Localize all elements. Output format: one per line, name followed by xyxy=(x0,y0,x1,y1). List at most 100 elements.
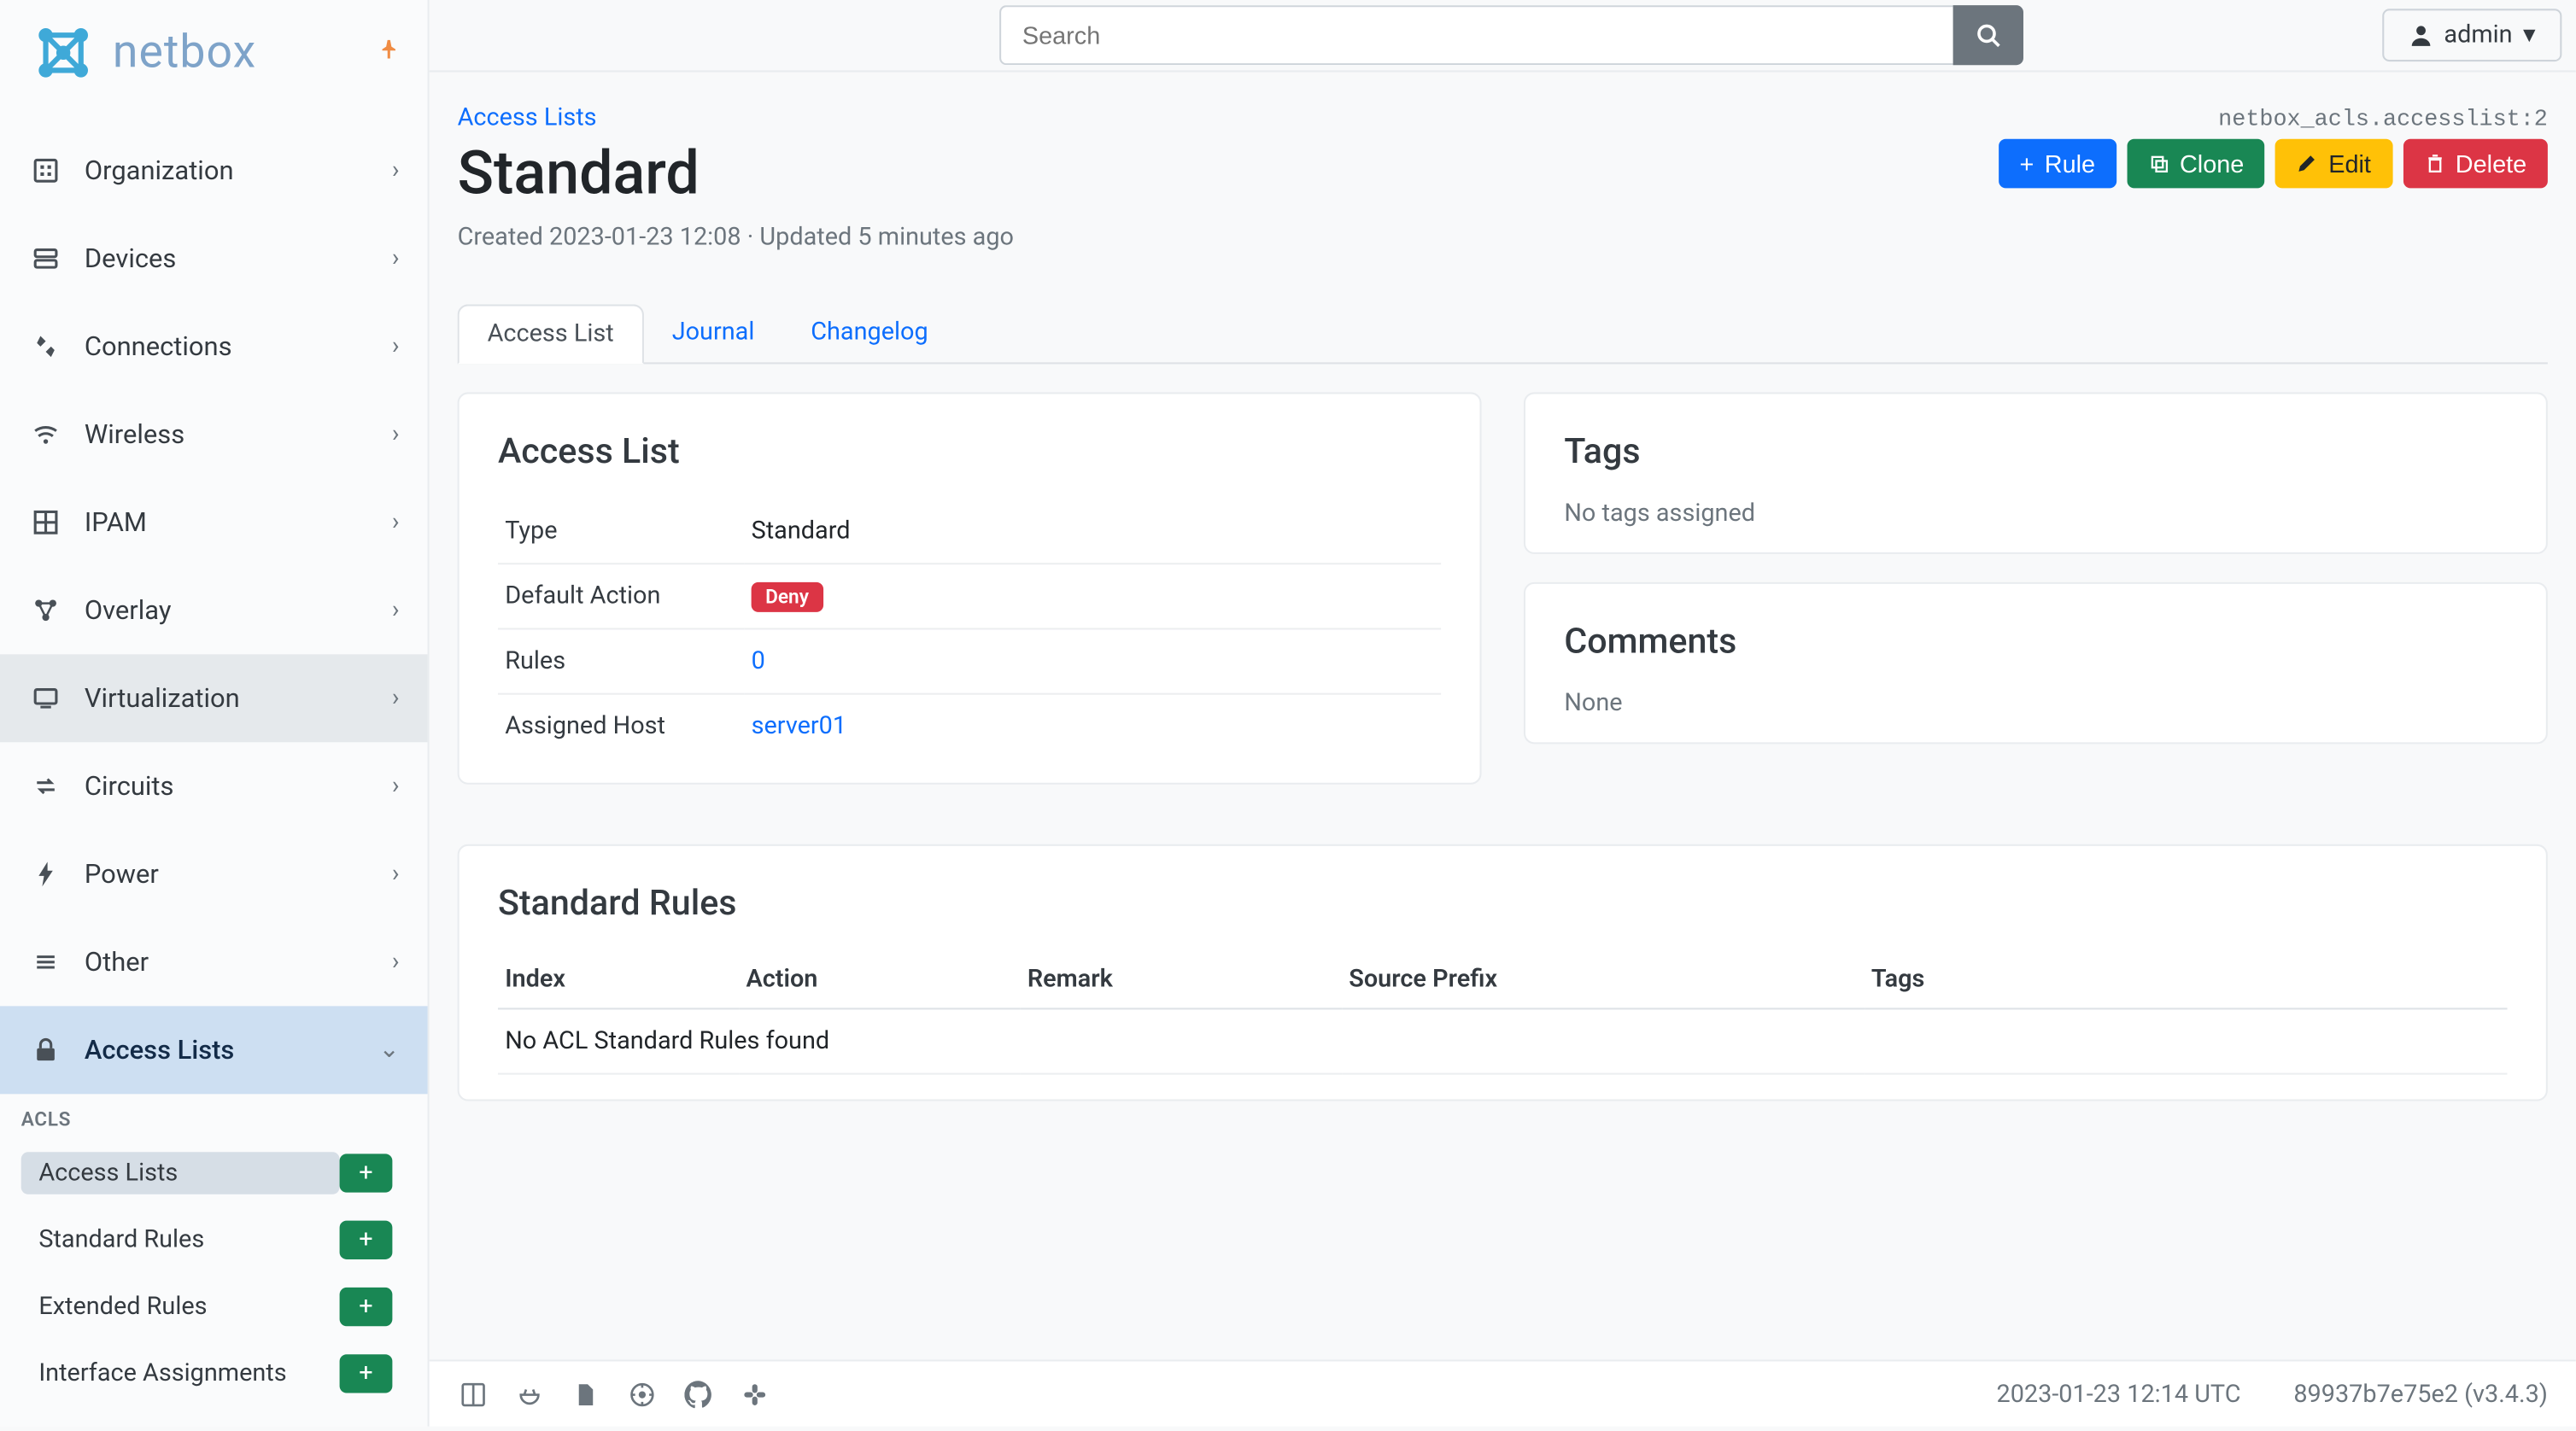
clone-button[interactable]: Clone xyxy=(2127,139,2265,189)
detail-label: Assigned Host xyxy=(498,694,744,758)
footer-timestamp: 2023-01-23 12:14 UTC xyxy=(1996,1380,2240,1408)
sidebar-item-label: Virtualization xyxy=(85,682,371,714)
github-icon[interactable] xyxy=(682,1378,714,1410)
sidebar-item-circuits[interactable]: Circuits › xyxy=(0,742,428,830)
sidebar: netbox Organization › Devices › Connecti… xyxy=(0,0,430,1427)
copy-icon xyxy=(2148,153,2169,174)
sidebar-item-label: Wireless xyxy=(85,418,371,450)
sidebar-item-wireless[interactable]: Wireless › xyxy=(0,390,428,478)
default-action-badge: Deny xyxy=(752,582,823,612)
add-rule-button[interactable]: + Rule xyxy=(1999,139,2116,189)
server-icon xyxy=(28,244,63,272)
grid-icon xyxy=(28,508,63,536)
sidebar-item-power[interactable]: Power › xyxy=(0,830,428,918)
sidebar-item-organization[interactable]: Organization › xyxy=(0,126,428,214)
sidebar-item-connections[interactable]: Connections › xyxy=(0,302,428,390)
chevron-right-icon: › xyxy=(392,332,400,360)
subnav-standard-rules[interactable]: Standard Rules + xyxy=(0,1208,428,1271)
sidebar-item-label: Other xyxy=(85,946,371,978)
assigned-host-link[interactable]: server01 xyxy=(752,712,846,740)
edit-button[interactable]: Edit xyxy=(2275,139,2392,189)
caret-down-icon: ▾ xyxy=(2523,21,2535,50)
rules-card: Standard Rules Index Action Remark Sourc… xyxy=(458,844,2548,1101)
subnav-access-lists[interactable]: Access Lists + xyxy=(0,1142,428,1205)
footer-version: 89937b7e75e2 (v3.4.3) xyxy=(2293,1380,2548,1408)
brand-logo[interactable]: netbox xyxy=(28,18,256,88)
tab-access-list[interactable]: Access List xyxy=(458,304,644,364)
col-action[interactable]: Action xyxy=(739,951,1020,1008)
sidebar-item-label: IPAM xyxy=(85,506,371,538)
chevron-right-icon: › xyxy=(392,684,400,712)
pin-sidebar-icon[interactable] xyxy=(378,38,400,67)
sidebar-item-other[interactable]: Other › xyxy=(0,918,428,1006)
details-card: Access List Type Standard Default Action… xyxy=(458,392,1482,784)
breadcrumb[interactable]: Access Lists xyxy=(458,104,597,132)
chevron-right-icon: › xyxy=(392,244,400,272)
add-access-list-button[interactable]: + xyxy=(340,1154,393,1192)
chevron-right-icon: › xyxy=(392,860,400,888)
comments-empty: None xyxy=(1564,690,1622,718)
sidebar-item-access-lists[interactable]: Access Lists ⌄ xyxy=(0,1006,428,1094)
shortcuts-icon[interactable] xyxy=(570,1378,601,1410)
delete-button[interactable]: Delete xyxy=(2403,139,2548,189)
col-tags[interactable]: Tags xyxy=(1865,951,2508,1008)
chevron-right-icon: › xyxy=(392,420,400,448)
rules-table: Index Action Remark Source Prefix Tags N… xyxy=(498,951,2508,1074)
search-form xyxy=(999,5,2023,65)
sidebar-item-ipam[interactable]: IPAM › xyxy=(0,478,428,566)
docs-icon[interactable] xyxy=(458,1378,489,1410)
col-source-prefix[interactable]: Source Prefix xyxy=(1342,951,1865,1008)
col-remark[interactable]: Remark xyxy=(1021,951,1342,1008)
add-interface-assignment-button[interactable]: + xyxy=(340,1354,393,1393)
action-buttons: + Rule Clone Edit Delete xyxy=(1999,139,2548,189)
tab-changelog[interactable]: Changelog xyxy=(782,304,956,362)
slack-icon[interactable] xyxy=(739,1378,770,1410)
subnav-interface-assignments[interactable]: Interface Assignments + xyxy=(0,1342,428,1405)
page-title: Standard xyxy=(458,139,700,209)
add-standard-rule-button[interactable]: + xyxy=(340,1221,393,1259)
button-label: Clone xyxy=(2180,149,2244,178)
plug-icon xyxy=(28,332,63,360)
user-name: admin xyxy=(2444,21,2512,50)
sidebar-item-label: Overlay xyxy=(85,594,371,626)
sidebar-item-overlay[interactable]: Overlay › xyxy=(0,566,428,654)
meta-text: Created 2023-01-23 12:08 · Updated 5 min… xyxy=(458,224,2548,252)
monitor-icon xyxy=(28,684,63,712)
user-menu-button[interactable]: admin ▾ xyxy=(2382,9,2561,61)
sidebar-item-label: Access Lists xyxy=(85,1034,358,1066)
netbox-logo-icon xyxy=(28,18,98,88)
comments-card: Comments None xyxy=(1524,582,2548,745)
button-label: Rule xyxy=(2045,149,2095,178)
detail-label: Type xyxy=(498,499,744,564)
footer: 2023-01-23 12:14 UTC 89937b7e75e2 (v3.4.… xyxy=(430,1359,2576,1426)
detail-label: Rules xyxy=(498,628,744,693)
subnav-extended-rules[interactable]: Extended Rules + xyxy=(0,1276,428,1339)
card-title: Access List xyxy=(498,429,1441,471)
chevron-right-icon: › xyxy=(392,948,400,976)
api-icon[interactable] xyxy=(514,1378,546,1410)
topbar: admin ▾ xyxy=(430,0,2576,72)
search-input[interactable] xyxy=(999,5,1953,65)
rules-count-link[interactable]: 0 xyxy=(752,647,765,675)
col-index[interactable]: Index xyxy=(498,951,739,1008)
sidebar-item-virtualization[interactable]: Virtualization › xyxy=(0,654,428,742)
lock-icon xyxy=(28,1036,63,1064)
rss-icon[interactable] xyxy=(626,1378,658,1410)
tab-journal[interactable]: Journal xyxy=(644,304,783,362)
button-label: Edit xyxy=(2328,149,2371,178)
button-label: Delete xyxy=(2456,149,2526,178)
card-title: Comments xyxy=(1564,619,2507,661)
search-icon xyxy=(1976,23,2000,48)
user-icon xyxy=(2409,23,2433,48)
details-table: Type Standard Default Action Deny Rules … xyxy=(498,499,1441,758)
sidebar-item-label: Organization xyxy=(85,155,371,186)
building-icon xyxy=(28,156,63,184)
main-content: Access Lists netbox_acls.accesslist:2 St… xyxy=(430,72,2576,1359)
tags-card: Tags No tags assigned xyxy=(1524,392,2548,554)
sidebar-item-devices[interactable]: Devices › xyxy=(0,214,428,302)
add-extended-rule-button[interactable]: + xyxy=(340,1288,393,1326)
detail-label: Default Action xyxy=(498,564,744,628)
search-button[interactable] xyxy=(1953,5,2023,65)
sidebar-item-label: Devices xyxy=(85,242,371,274)
logo-area: netbox xyxy=(0,0,428,106)
